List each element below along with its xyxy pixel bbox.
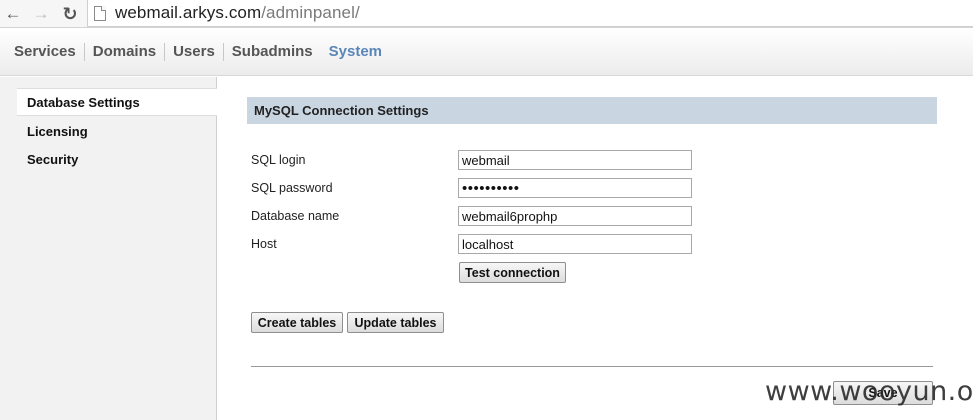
- sidebar-item-security[interactable]: Security: [17, 145, 217, 173]
- address-bar[interactable]: webmail.arkys.com/adminpanel/: [87, 0, 973, 27]
- sidebar-item-database-settings[interactable]: Database Settings: [17, 88, 217, 116]
- database-name-label: Database name: [251, 209, 340, 223]
- menu-item-system[interactable]: System: [321, 43, 390, 61]
- menu-item-services[interactable]: Services: [14, 42, 85, 61]
- host-input[interactable]: [458, 234, 692, 254]
- sql-login-label: SQL login: [251, 153, 306, 167]
- menu-item-users[interactable]: Users: [165, 42, 224, 61]
- url-path: /adminpanel/: [261, 3, 360, 22]
- sql-password-label: SQL password: [251, 181, 333, 195]
- test-connection-button[interactable]: Test connection: [459, 262, 566, 283]
- browser-toolbar: ← → ↻ webmail.arkys.com/adminpanel/: [0, 0, 973, 28]
- sidebar-item-licensing[interactable]: Licensing: [17, 117, 217, 145]
- host-label: Host: [251, 237, 277, 251]
- url-host: webmail.arkys.com: [115, 3, 262, 22]
- page-icon: [94, 5, 106, 21]
- url-text: webmail.arkys.com/adminpanel/: [115, 3, 360, 23]
- sidebar: Database Settings Licensing Security: [0, 77, 217, 420]
- reload-icon[interactable]: ↻: [59, 3, 81, 25]
- divider: [251, 366, 933, 367]
- watermark-text: www.wooyun.org: [765, 376, 973, 407]
- top-menu: Services Domains Users Subadmins System: [0, 28, 973, 76]
- menu-item-subadmins[interactable]: Subadmins: [224, 43, 321, 61]
- section-header: MySQL Connection Settings: [247, 97, 937, 124]
- update-tables-button[interactable]: Update tables: [347, 312, 444, 333]
- sql-password-input[interactable]: ••••••••••: [458, 178, 692, 198]
- menu-item-domains[interactable]: Domains: [85, 42, 166, 61]
- create-tables-button[interactable]: Create tables: [251, 312, 343, 333]
- back-arrow-icon[interactable]: ←: [2, 3, 24, 25]
- database-name-input[interactable]: [458, 206, 692, 226]
- forward-arrow-icon[interactable]: →: [30, 3, 52, 25]
- sql-login-input[interactable]: [458, 150, 692, 170]
